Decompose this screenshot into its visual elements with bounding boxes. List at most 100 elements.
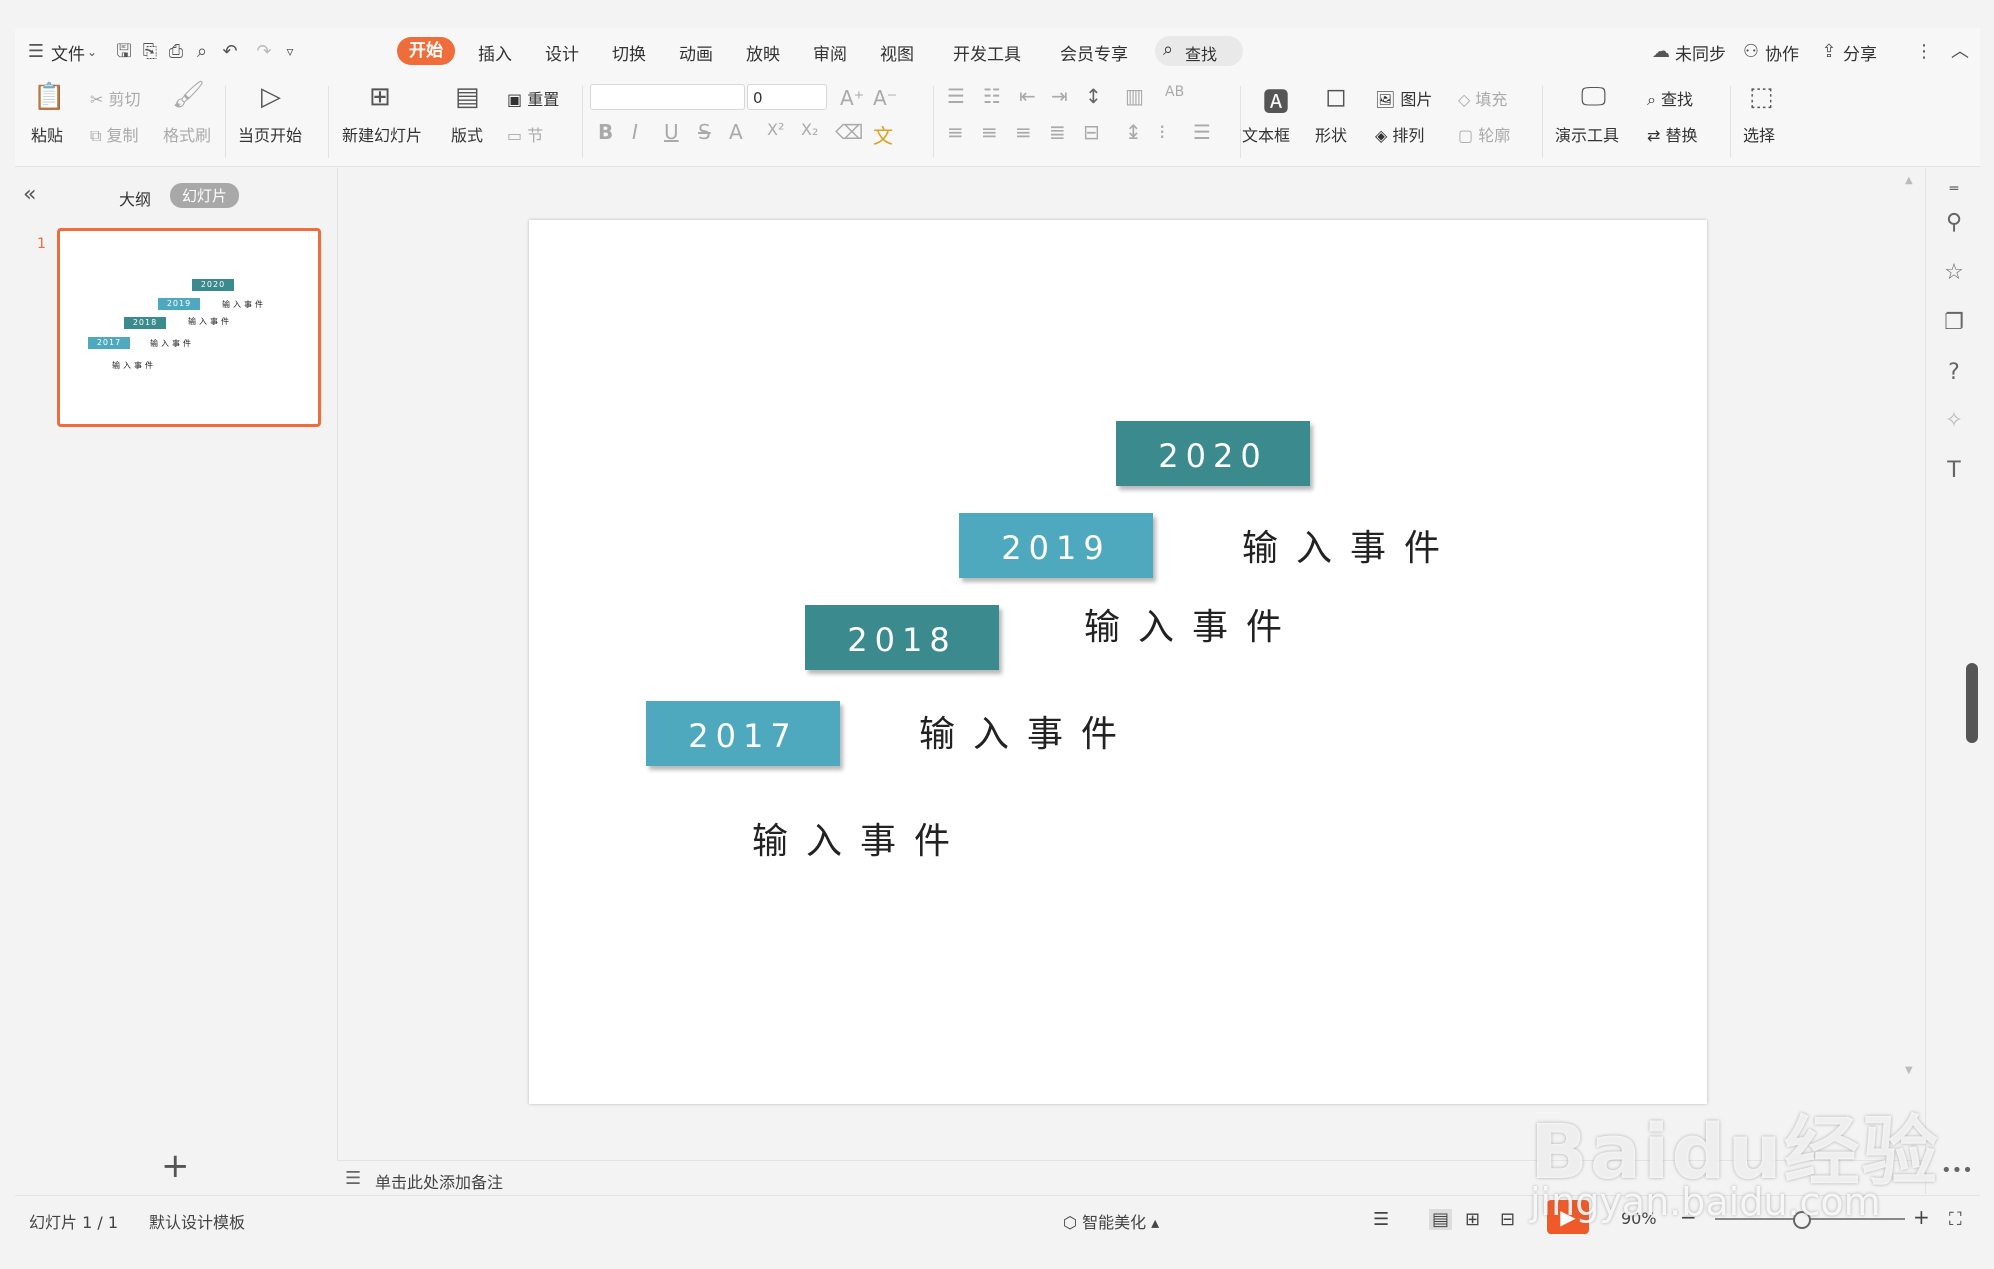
redo-icon[interactable]: ↷ [253,41,275,63]
bullets-icon[interactable]: ☰ [947,84,965,108]
bold-icon[interactable]: B [598,120,613,144]
increase-font-icon[interactable]: A⁺ [840,86,864,110]
tab-insert[interactable]: 插入 [478,40,512,65]
layout-button[interactable]: 版式 [451,122,483,146]
collaborate-icon[interactable]: ⚇ [1740,41,1762,63]
tab-transitions[interactable]: 切换 [612,40,646,65]
collapse-panel-icon[interactable]: « [23,182,36,207]
event-text-2020[interactable]: 输入事件 [1242,519,1458,571]
file-menu[interactable]: 文件 [51,40,85,65]
collaborate-button[interactable]: 协作 [1765,40,1799,65]
font-name-select[interactable] [590,84,745,110]
slide-sorter-icon[interactable]: ⊞ [1465,1209,1480,1230]
event-text-2017[interactable]: 输入事件 [752,812,968,864]
tips-bulb-icon[interactable]: ✧ [1941,408,1967,434]
customize-toolbar-icon[interactable]: ▿ [279,41,301,63]
chevron-down-icon[interactable]: ⌄ [81,41,103,63]
year-box-2017[interactable]: 2017 [646,701,840,766]
change-case-icon[interactable]: AB [1165,84,1184,100]
print-icon[interactable]: ⎙ [165,41,187,63]
animation-star-icon[interactable]: ☆ [1941,260,1967,286]
align-left-icon[interactable]: ≡ [947,120,964,144]
strikethrough-icon[interactable]: S [698,120,711,144]
justify-icon[interactable]: ≣ [1049,120,1066,144]
sync-status[interactable]: 未同步 [1675,40,1726,65]
more-icon[interactable]: ••• [1941,1158,1973,1184]
year-box-2020[interactable]: 2020 [1116,421,1310,486]
tab-design[interactable]: 设计 [545,40,579,65]
decrease-font-icon[interactable]: A⁻ [873,86,897,110]
tab-slides[interactable]: 幻灯片 [170,183,240,208]
properties-icon[interactable]: ⚲ [1941,210,1967,236]
columns-icon[interactable]: ▥ [1125,84,1144,108]
format-painter-icon[interactable]: 🖌 [172,80,205,110]
tab-member[interactable]: 会员专享 [1060,40,1128,65]
align-center-icon[interactable]: ≡ [981,120,998,144]
save-icon[interactable]: 🖫 [113,41,135,63]
increase-indent-icon[interactable]: ⇥ [1051,84,1068,108]
share-icon[interactable]: ⇪ [1818,41,1840,63]
transition-icon[interactable]: ❐ [1941,310,1967,336]
clear-format-icon[interactable]: ⌫ [835,120,863,144]
select-icon[interactable]: ⬚ [1749,82,1774,112]
superscript-icon[interactable]: X² [767,120,784,139]
slide-canvas[interactable]: 2020 2019 2018 2017 输入事件 输入事件 输入事件 输入事件 [529,220,1707,1104]
fit-window-icon[interactable]: ⛶ [1949,1209,1962,1230]
reset-button[interactable]: ▣ 重置 [507,86,559,110]
arrange-button[interactable]: ◈ 排列 [1375,122,1424,146]
reading-view-icon[interactable]: ⊟ [1500,1209,1515,1230]
para-spacing-icon[interactable]: ⁝ [1159,120,1165,144]
event-text-2019[interactable]: 输入事件 [1084,598,1300,650]
format-painter-quick-icon[interactable]: ⎘ [139,41,161,63]
tab-outline[interactable]: 大纲 [119,186,151,210]
year-box-2019[interactable]: 2019 [959,513,1153,578]
year-box-2018[interactable]: 2018 [805,605,999,670]
textbox-button[interactable]: 文本框 [1242,122,1290,146]
new-slide-icon[interactable]: ⊞ [369,82,391,112]
cloud-sync-icon[interactable]: ☁ [1650,41,1672,63]
print-preview-icon[interactable]: ⌕ [191,41,213,63]
decrease-indent-icon[interactable]: ⇤ [1019,84,1036,108]
find-button[interactable]: ⌕ 查找 [1647,86,1693,110]
font-color-icon[interactable]: A [729,120,743,144]
add-slide-button[interactable]: + [161,1146,190,1186]
paste-icon[interactable]: 📋 [33,82,65,112]
presentation-tools-button[interactable]: 演示工具 [1555,122,1619,146]
shape-button[interactable]: 形状 [1315,122,1347,146]
fill-button[interactable]: ◇ 填充 [1458,86,1507,110]
text-tool-icon[interactable]: T [1941,458,1967,484]
normal-view-icon[interactable]: ▤ [1429,1209,1453,1230]
collapse-ribbon-icon[interactable]: ︿ [1949,41,1971,63]
subscript-icon[interactable]: X₂ [801,120,818,139]
tab-view[interactable]: 视图 [880,40,914,65]
numbering-icon[interactable]: ☷ [983,84,1001,108]
copy-button[interactable]: ⧉ 复制 [90,122,139,146]
section-button[interactable]: ▭ 节 [507,122,543,146]
layout-icon[interactable]: ▤ [455,82,480,112]
phonetic-icon[interactable]: 文 [873,120,893,149]
cut-button[interactable]: ✂ 剪切 [90,86,141,110]
italic-icon[interactable]: I [632,120,638,144]
distribute-icon[interactable]: ⊟ [1083,120,1100,144]
format-painter-button[interactable]: 格式刷 [163,122,211,146]
side-slider-handle[interactable] [1966,663,1978,743]
underline-icon[interactable]: U [664,120,679,144]
zoom-in-icon[interactable]: + [1913,1205,1930,1229]
beautify-button[interactable]: ⬡ 智能美化 ▴ [1063,1209,1159,1233]
textbox-icon[interactable]: 🅰 [1263,82,1289,119]
undo-icon[interactable]: ↶ [219,41,241,63]
slide-thumbnail[interactable]: 2020 2019 输入事件 2018 输入事件 2017 输入事件 输入事件 [57,228,321,427]
tab-review[interactable]: 审阅 [813,40,847,65]
template-name[interactable]: 默认设计模板 [149,1209,245,1233]
tab-developer[interactable]: 开发工具 [953,40,1021,65]
text-direction-icon[interactable]: ↕ [1085,84,1102,108]
notes-toggle-icon[interactable]: ☰ [1373,1209,1389,1230]
help-icon[interactable]: ? [1941,360,1967,386]
scroll-up-icon[interactable]: ▲ [1905,175,1913,186]
vertical-scrollbar[interactable]: ▲ ▼ [1905,175,1915,1135]
line-spacing-icon[interactable]: ↨ [1125,120,1142,144]
font-size-select[interactable]: 0 [747,84,827,110]
replace-button[interactable]: ⇄ 替换 [1647,122,1698,146]
tab-home[interactable]: 开始 [397,37,455,65]
align-right-icon[interactable]: ≡ [1015,120,1032,144]
